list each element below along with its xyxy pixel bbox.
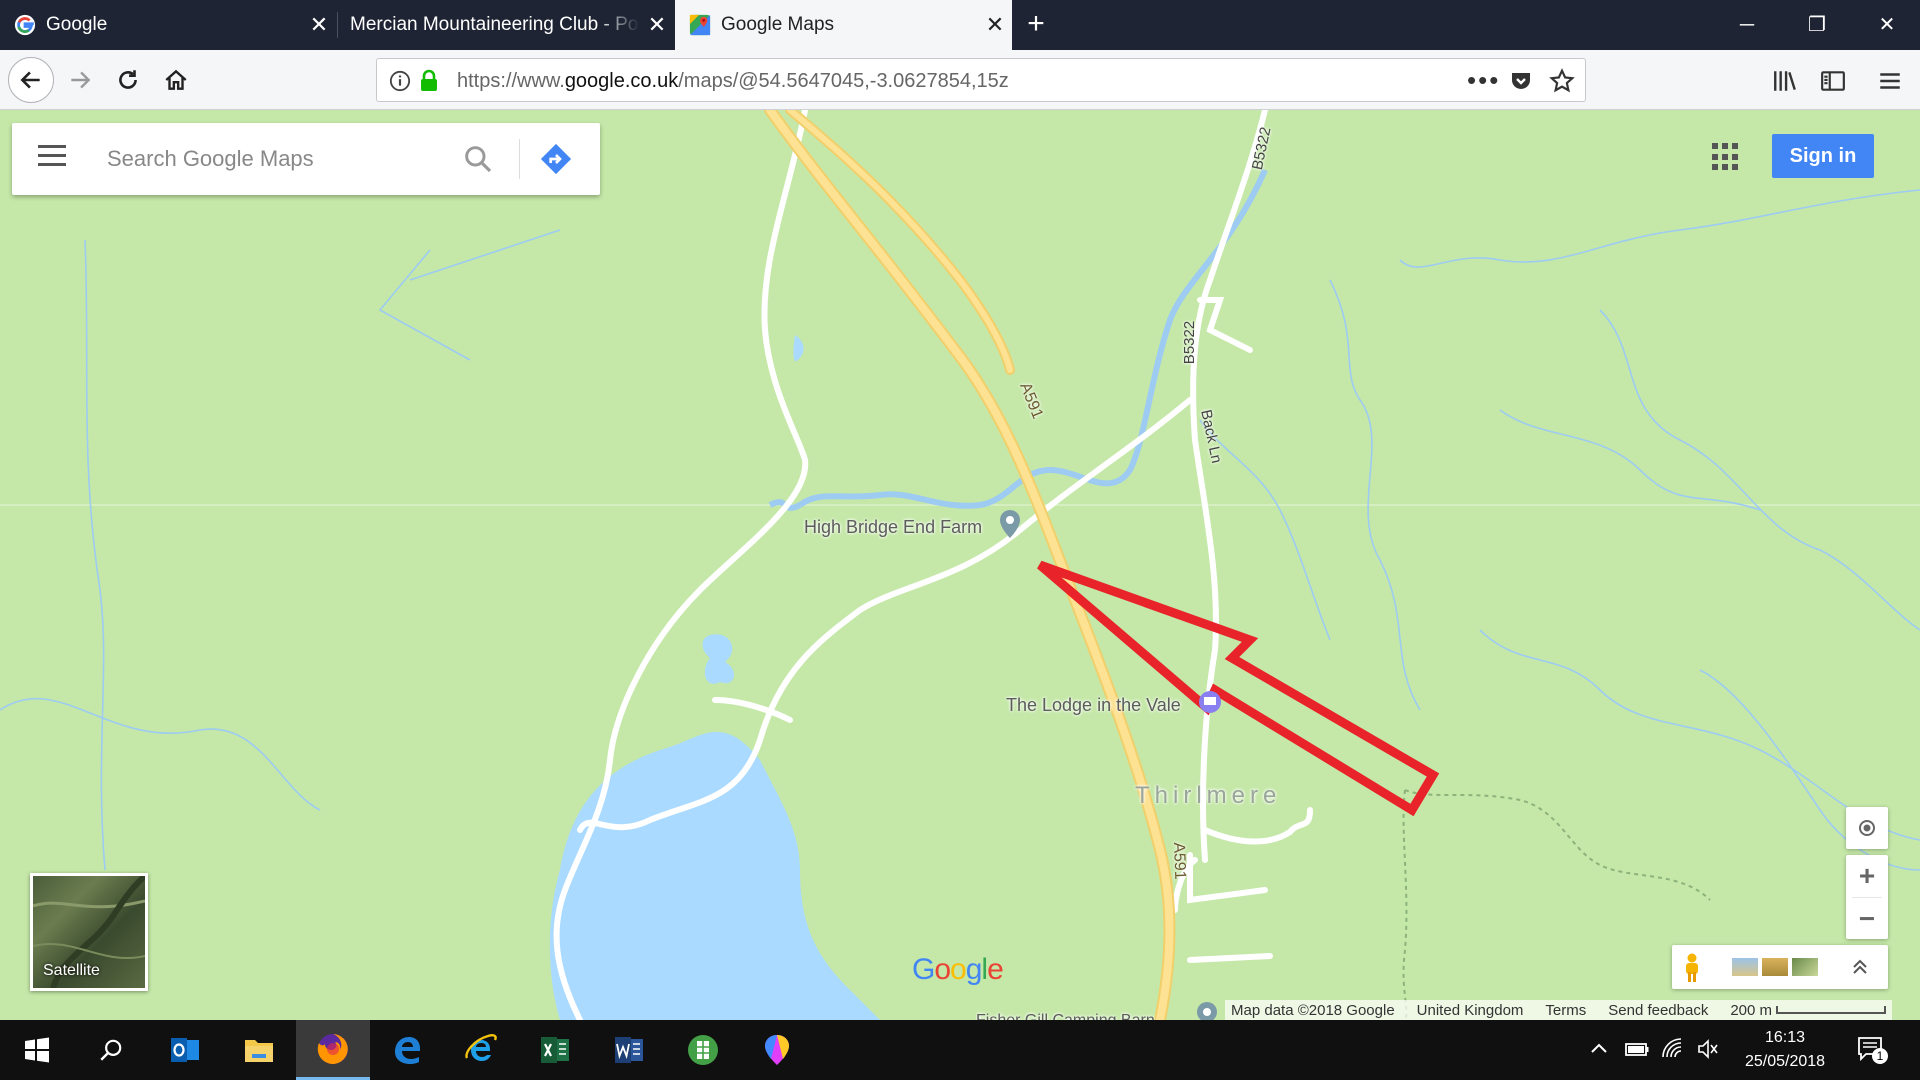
- imagery-thumb-icon[interactable]: [1792, 958, 1818, 976]
- place-label-lodge-in-the-vale[interactable]: The Lodge in the Vale: [1006, 695, 1181, 716]
- tab-google-maps[interactable]: Google Maps ✕: [675, 0, 1012, 50]
- library-icon[interactable]: [1772, 68, 1798, 94]
- url-text[interactable]: https://www.google.co.uk/maps/@54.564704…: [457, 70, 1009, 93]
- close-tab-icon[interactable]: ✕: [978, 12, 1012, 38]
- minimize-icon[interactable]: ─: [1722, 0, 1772, 50]
- close-window-icon[interactable]: ✕: [1862, 0, 1912, 50]
- tab-title: Mercian Mountaineering Club - Pos: [350, 14, 640, 35]
- bookmark-star-icon[interactable]: [1549, 68, 1575, 94]
- forward-icon[interactable]: [60, 60, 100, 100]
- url-bar[interactable]: https://www.google.co.uk/maps/@54.564704…: [376, 58, 1586, 102]
- outlook-icon[interactable]: [148, 1020, 222, 1080]
- tab-title: Google: [46, 14, 108, 35]
- google-g-icon: [14, 14, 36, 36]
- my-location-icon: [1859, 820, 1875, 836]
- back-icon[interactable]: [8, 57, 54, 103]
- send-feedback-link[interactable]: Send feedback: [1608, 1002, 1708, 1019]
- map-data-credit: Map data ©2018 Google: [1231, 1001, 1395, 1019]
- imagery-thumb-icon[interactable]: [1732, 958, 1758, 976]
- directions-icon[interactable]: [540, 143, 572, 175]
- street-view-bar: [1672, 945, 1888, 989]
- road-label-a591: A591: [1170, 842, 1189, 880]
- clock-date: 25/05/2018: [1744, 1053, 1826, 1070]
- scale-bar[interactable]: 200 m: [1730, 1001, 1887, 1019]
- search-input[interactable]: [107, 143, 437, 175]
- notification-count: 1: [1872, 1048, 1888, 1064]
- url-prefix: https://www.: [457, 70, 565, 92]
- tab-mercian[interactable]: Mercian Mountaineering Club - Pos ✕: [338, 0, 674, 50]
- sidebar-icon[interactable]: [1820, 68, 1846, 94]
- close-tab-icon[interactable]: ✕: [640, 12, 674, 38]
- road-label-b5322: B5322: [1181, 320, 1199, 365]
- internet-explorer-icon[interactable]: [444, 1020, 518, 1080]
- map-terrain[interactable]: [0, 110, 1920, 1020]
- file-explorer-icon[interactable]: [222, 1020, 296, 1080]
- info-icon[interactable]: [389, 70, 411, 92]
- red-arrow-annotation: [1037, 560, 1440, 817]
- battery-icon[interactable]: [1624, 1038, 1650, 1065]
- pocket-icon[interactable]: [1509, 69, 1533, 93]
- scale-label: 200 m: [1730, 1001, 1773, 1019]
- clock-time: 16:13: [1764, 1029, 1806, 1046]
- system-clock[interactable]: 16:13 25/05/2018: [1730, 1026, 1840, 1074]
- firefox-icon[interactable]: [296, 1020, 370, 1080]
- zoom-in-button[interactable]: +: [1846, 855, 1888, 897]
- url-path: /maps/@54.5647045,-3.0627854,15z: [678, 70, 1009, 92]
- zoom-control: + −: [1846, 855, 1888, 939]
- google-apps-icon[interactable]: [1712, 143, 1740, 171]
- my-location-button[interactable]: [1846, 807, 1888, 849]
- google-maps-icon: [689, 14, 711, 36]
- camping-pin-icon: [1197, 1002, 1217, 1020]
- page-actions-icon[interactable]: •••: [1467, 65, 1500, 96]
- region-link[interactable]: United Kingdom: [1417, 1002, 1524, 1019]
- expand-icon[interactable]: [1850, 957, 1870, 977]
- reload-icon[interactable]: [108, 60, 148, 100]
- new-tab-icon[interactable]: +: [1020, 9, 1052, 41]
- zoom-out-button[interactable]: −: [1846, 898, 1888, 940]
- sign-in-button[interactable]: Sign in: [1772, 134, 1874, 178]
- wifi-icon[interactable]: [1660, 1038, 1684, 1065]
- volume-muted-icon[interactable]: [1696, 1038, 1720, 1065]
- restore-icon[interactable]: ❐: [1792, 0, 1842, 50]
- browser-tab-bar: Google ✕ Mercian Mountaineering Club - P…: [0, 0, 1920, 50]
- place-label-camping-barn[interactable]: Fisher Gill Camping Barn: [976, 1007, 1155, 1020]
- browser-nav-bar: https://www.google.co.uk/maps/@54.564704…: [0, 50, 1920, 110]
- maps-search-box: [12, 123, 600, 195]
- hotel-pin-icon: [1199, 691, 1221, 713]
- tab-google[interactable]: Google ✕: [0, 0, 336, 50]
- tab-title: Google Maps: [721, 14, 835, 35]
- terms-link[interactable]: Terms: [1545, 1002, 1586, 1019]
- maps-menu-icon[interactable]: [38, 145, 66, 169]
- search-divider: [519, 139, 520, 179]
- search-icon[interactable]: [462, 143, 494, 175]
- secure-lock-icon[interactable]: [419, 69, 439, 93]
- pegman-icon[interactable]: [1682, 953, 1702, 983]
- spreadsheet-app-icon[interactable]: [666, 1020, 740, 1080]
- place-label-thirlmere: Thirlmere: [1135, 782, 1282, 809]
- close-tab-icon[interactable]: ✕: [302, 12, 336, 38]
- start-icon[interactable]: [0, 1020, 74, 1080]
- scale-line: [1776, 1006, 1887, 1014]
- map-footer: Map data ©2018 Google United Kingdom Ter…: [1225, 1000, 1893, 1020]
- map-canvas[interactable]: A591 A591 B5322 B5322 Back Ln High Bridg…: [0, 110, 1920, 1020]
- paint-3d-icon[interactable]: [740, 1020, 814, 1080]
- word-icon[interactable]: [592, 1020, 666, 1080]
- windows-taskbar: 16:13 25/05/2018 1: [0, 1020, 1920, 1080]
- satellite-label: Satellite: [43, 962, 100, 979]
- hamburger-menu-icon[interactable]: [1877, 68, 1903, 94]
- excel-icon[interactable]: [518, 1020, 592, 1080]
- place-label-high-bridge-end-farm[interactable]: High Bridge End Farm: [804, 517, 982, 538]
- imagery-thumb-icon[interactable]: [1762, 958, 1788, 976]
- notifications-icon[interactable]: 1: [1856, 1034, 1888, 1069]
- satellite-toggle[interactable]: Satellite: [30, 873, 148, 991]
- home-icon[interactable]: [156, 60, 196, 100]
- google-logo: Google: [912, 953, 1004, 986]
- show-hidden-icons-icon[interactable]: [1588, 1038, 1610, 1065]
- search-icon[interactable]: [74, 1020, 148, 1080]
- url-domain: google.co.uk: [564, 70, 679, 92]
- edge-icon[interactable]: [370, 1020, 444, 1080]
